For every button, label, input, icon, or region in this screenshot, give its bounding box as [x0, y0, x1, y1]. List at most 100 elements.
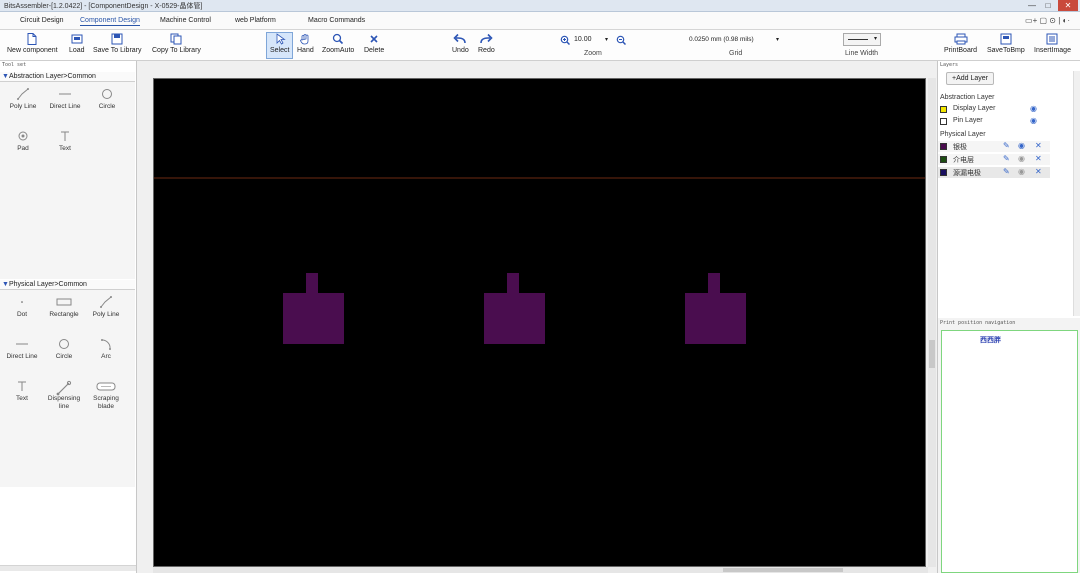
- navigation-viewport[interactable]: 西西胖: [941, 330, 1078, 573]
- visibility-eye-icon[interactable]: ◉: [1030, 104, 1037, 113]
- edit-layer-icon[interactable]: ✎: [1003, 167, 1010, 176]
- grid-dropdown-icon[interactable]: ▾: [776, 36, 779, 43]
- zoom-out-icon[interactable]: [616, 35, 627, 47]
- tool-physical-direct-line[interactable]: Direct Line: [1, 338, 43, 361]
- navigation-panel: Print position navigation 西西胖: [937, 318, 1080, 573]
- horizontal-scroll-thumb[interactable]: [723, 568, 843, 572]
- zoom-auto-icon: [322, 33, 354, 45]
- tool-physical-text[interactable]: Text: [1, 380, 43, 403]
- text-t-icon: [1, 380, 43, 392]
- dot-icon: [1, 296, 43, 308]
- canvas-drawing[interactable]: [154, 79, 925, 566]
- tool-text[interactable]: Text: [44, 130, 86, 153]
- redo-button[interactable]: Redo: [478, 33, 495, 54]
- new-component-button[interactable]: New component: [7, 33, 58, 54]
- menu-circuit-design[interactable]: Circuit Design: [20, 17, 64, 24]
- delete-layer-icon[interactable]: ✕: [1035, 141, 1042, 150]
- tool-dot[interactable]: Dot: [1, 296, 43, 319]
- zoom-dropdown-icon[interactable]: ▾: [605, 36, 608, 43]
- tool-pad[interactable]: Pad: [2, 130, 44, 153]
- pad-body: [685, 293, 746, 344]
- component-pad[interactable]: [484, 273, 545, 344]
- vertical-scroll-thumb[interactable]: [929, 340, 935, 368]
- edit-layer-icon[interactable]: ✎: [1003, 154, 1010, 163]
- collapse-triangle-icon: ▼: [2, 281, 9, 288]
- layer-row-pin[interactable]: Pin Layer ◉: [938, 116, 1050, 127]
- pad-icon: [2, 130, 44, 142]
- delete-layer-icon[interactable]: ✕: [1035, 154, 1042, 163]
- tool-physical-poly-line[interactable]: Poly Line: [85, 296, 127, 319]
- layer-color-swatch: [940, 169, 947, 176]
- line-width-select[interactable]: ▾: [843, 33, 881, 46]
- visibility-eye-icon[interactable]: ◉: [1018, 154, 1025, 163]
- layer-row-physical-1[interactable]: 银极 ✎ ◉ ✕: [938, 141, 1050, 152]
- delete-button[interactable]: Delete: [364, 33, 384, 54]
- physical-layer-group: Physical Layer: [940, 131, 986, 138]
- tool-arc[interactable]: Arc: [85, 338, 127, 361]
- menu-macro-commands[interactable]: Macro Commands: [308, 17, 365, 24]
- poly-line-icon: [2, 88, 44, 100]
- load-button[interactable]: Load: [69, 33, 85, 54]
- save-to-library-button[interactable]: Save To Library: [93, 33, 142, 54]
- tool-physical-circle[interactable]: Circle: [43, 338, 85, 361]
- layer-color-swatch: [940, 118, 947, 125]
- delete-x-icon: [364, 33, 384, 45]
- toolbar: New component Load Save To Library Copy …: [0, 30, 1080, 61]
- zoom-in-icon[interactable]: [560, 35, 571, 47]
- zoom-value[interactable]: 10.00: [574, 36, 592, 43]
- component-pad[interactable]: [283, 273, 344, 344]
- tool-circle[interactable]: Circle: [86, 88, 128, 111]
- minimize-button[interactable]: —: [1024, 0, 1040, 11]
- physical-section-header[interactable]: ▼Physical Layer>Common: [0, 280, 135, 290]
- add-layer-button[interactable]: +Add Layer: [946, 72, 994, 85]
- close-button[interactable]: ✕: [1058, 0, 1078, 11]
- tool-rectangle[interactable]: Rectangle: [43, 296, 85, 319]
- maximize-button[interactable]: □: [1040, 0, 1056, 11]
- visibility-eye-icon[interactable]: ◉: [1018, 167, 1025, 176]
- design-canvas[interactable]: [153, 78, 926, 567]
- pad-stem: [708, 273, 720, 293]
- insert-image-button[interactable]: InsertImage: [1034, 33, 1071, 54]
- arc-icon: [85, 338, 127, 350]
- tool-panel: Tool set ▼Abstraction Layer>Common Poly …: [0, 61, 137, 573]
- delete-layer-icon[interactable]: ✕: [1035, 167, 1042, 176]
- line-width-dropdown-icon: ▾: [874, 36, 878, 42]
- print-board-button[interactable]: PrintBoard: [944, 33, 977, 54]
- edit-layer-icon[interactable]: ✎: [1003, 141, 1010, 150]
- image-save-icon: [987, 33, 1025, 45]
- canvas-vertical-scrollbar[interactable]: [928, 78, 936, 567]
- layer-row-display[interactable]: Display Layer ◉: [938, 104, 1050, 115]
- component-pad[interactable]: [685, 273, 746, 344]
- visibility-eye-icon[interactable]: ◉: [1030, 116, 1037, 125]
- menu-right-icons[interactable]: ▭+ ▢ ⊙ | ◐·: [1025, 16, 1070, 25]
- hand-icon: [297, 33, 314, 45]
- undo-button[interactable]: Undo: [452, 33, 469, 54]
- tool-panel-title: Tool set: [2, 62, 27, 68]
- tool-scraping-blade[interactable]: Scraping blade: [85, 380, 127, 411]
- select-tool-button[interactable]: Select: [266, 32, 294, 59]
- save-to-bmp-button[interactable]: SaveToBmp: [987, 33, 1025, 54]
- visibility-eye-icon[interactable]: ◉: [1018, 141, 1025, 150]
- copy-to-library-button[interactable]: Copy To Library: [152, 33, 201, 54]
- layers-scrollbar[interactable]: [1073, 71, 1080, 316]
- zoom-auto-button[interactable]: ZoomAuto: [322, 33, 354, 54]
- tool-dispensing-line[interactable]: Dispensing line: [43, 380, 85, 411]
- hand-tool-button[interactable]: Hand: [297, 33, 314, 54]
- tool-direct-line[interactable]: Direct Line: [44, 88, 86, 111]
- canvas-horizontal-scrollbar[interactable]: [153, 567, 928, 573]
- circle-icon: [43, 338, 85, 350]
- tool-panel-scrollbar[interactable]: [0, 565, 136, 571]
- layers-panel: Layers +Add Layer Abstraction Layer Disp…: [937, 61, 1080, 318]
- layer-row-physical-3[interactable]: 源漏电极 ✎ ◉ ✕: [938, 167, 1050, 178]
- menu-machine-control[interactable]: Machine Control: [160, 17, 211, 24]
- grid-value[interactable]: 0.0250 mm (0.98 mils): [689, 36, 754, 43]
- menu-component-design[interactable]: Component Design: [80, 17, 140, 26]
- zoom-label: Zoom: [584, 50, 602, 57]
- layer-color-swatch: [940, 156, 947, 163]
- menu-web-platform[interactable]: web Platform: [235, 17, 276, 24]
- dispensing-line-icon: [43, 380, 85, 396]
- tool-poly-line[interactable]: Poly Line: [2, 88, 44, 111]
- abstraction-section-header[interactable]: ▼Abstraction Layer>Common: [0, 72, 135, 82]
- layer-row-physical-2[interactable]: 介电层 ✎ ◉ ✕: [938, 154, 1050, 165]
- abstraction-layer-group: Abstraction Layer: [940, 94, 995, 101]
